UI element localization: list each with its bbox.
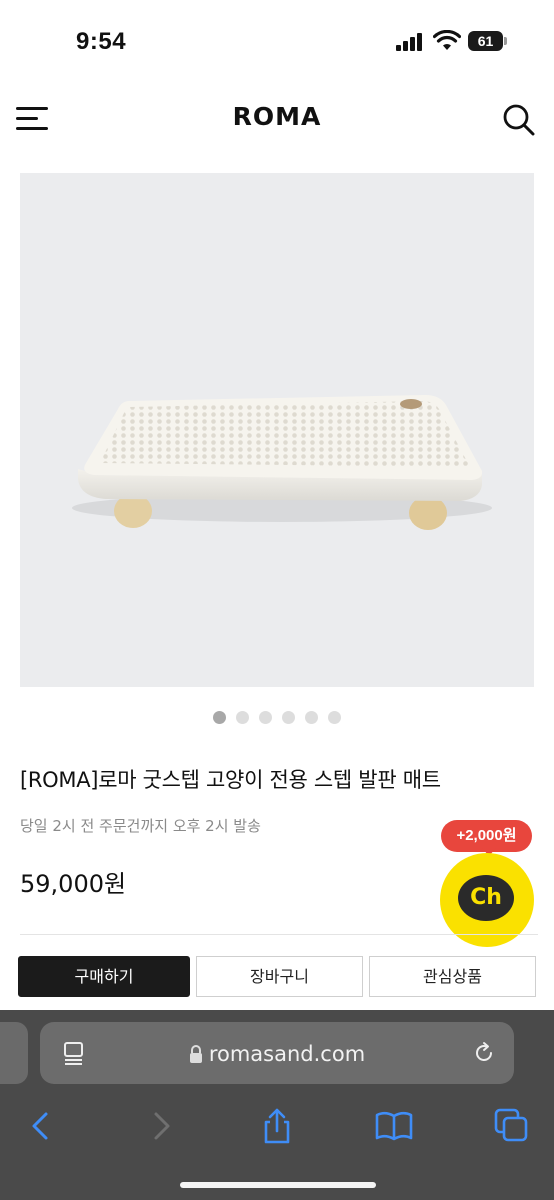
site-logo[interactable]: ROMA [0, 102, 554, 131]
url-display: romasand.com [40, 1042, 514, 1066]
address-bar[interactable]: romasand.com [40, 1022, 514, 1084]
add-to-cart-button[interactable]: 장바구니 [196, 956, 363, 997]
wifi-icon [433, 30, 461, 50]
gallery-dot[interactable] [213, 711, 226, 724]
home-indicator [180, 1182, 376, 1188]
site-header: ROMA [0, 90, 554, 150]
battery-level: 61 [468, 31, 503, 51]
lock-icon [189, 1045, 202, 1063]
product-title: [ROMA]로마 굿스텝 고양이 전용 스텝 발판 매트 [20, 768, 441, 792]
wishlist-button[interactable]: 관심상품 [369, 956, 536, 997]
divider [20, 934, 538, 935]
url-text: romasand.com [208, 1042, 366, 1066]
back-icon[interactable] [22, 1106, 62, 1146]
product-photo-step-mat [72, 395, 492, 530]
share-icon[interactable] [257, 1106, 297, 1146]
tabs-overview-icon[interactable] [492, 1106, 532, 1146]
kakao-chat-button[interactable]: Ch [440, 853, 534, 947]
gallery-pagination [0, 711, 554, 725]
buy-now-button[interactable]: 구매하기 [18, 956, 190, 997]
gallery-dot[interactable] [305, 711, 318, 724]
gallery-dot[interactable] [282, 711, 295, 724]
product-price: 59,000원 [20, 870, 127, 898]
gallery-dot[interactable] [328, 711, 341, 724]
product-image[interactable] [20, 173, 534, 687]
gallery-dot[interactable] [259, 711, 272, 724]
status-time: 9:54 [76, 28, 127, 55]
browser-toolbar: romasand.com [0, 1010, 554, 1200]
previous-tab-preview[interactable] [0, 1022, 28, 1084]
battery-icon: 61 [468, 31, 508, 51]
status-bar: 9:54 61 [0, 0, 554, 80]
bookmarks-icon[interactable] [374, 1106, 414, 1146]
shipping-note: 당일 2시 전 주문건까지 오후 2시 발송 [20, 817, 261, 835]
gallery-dot[interactable] [236, 711, 249, 724]
reload-icon[interactable] [472, 1041, 496, 1065]
chat-icon: Ch [458, 875, 514, 921]
search-icon[interactable] [501, 102, 537, 138]
forward-icon[interactable] [140, 1106, 180, 1146]
cellular-signal-icon [396, 33, 422, 51]
